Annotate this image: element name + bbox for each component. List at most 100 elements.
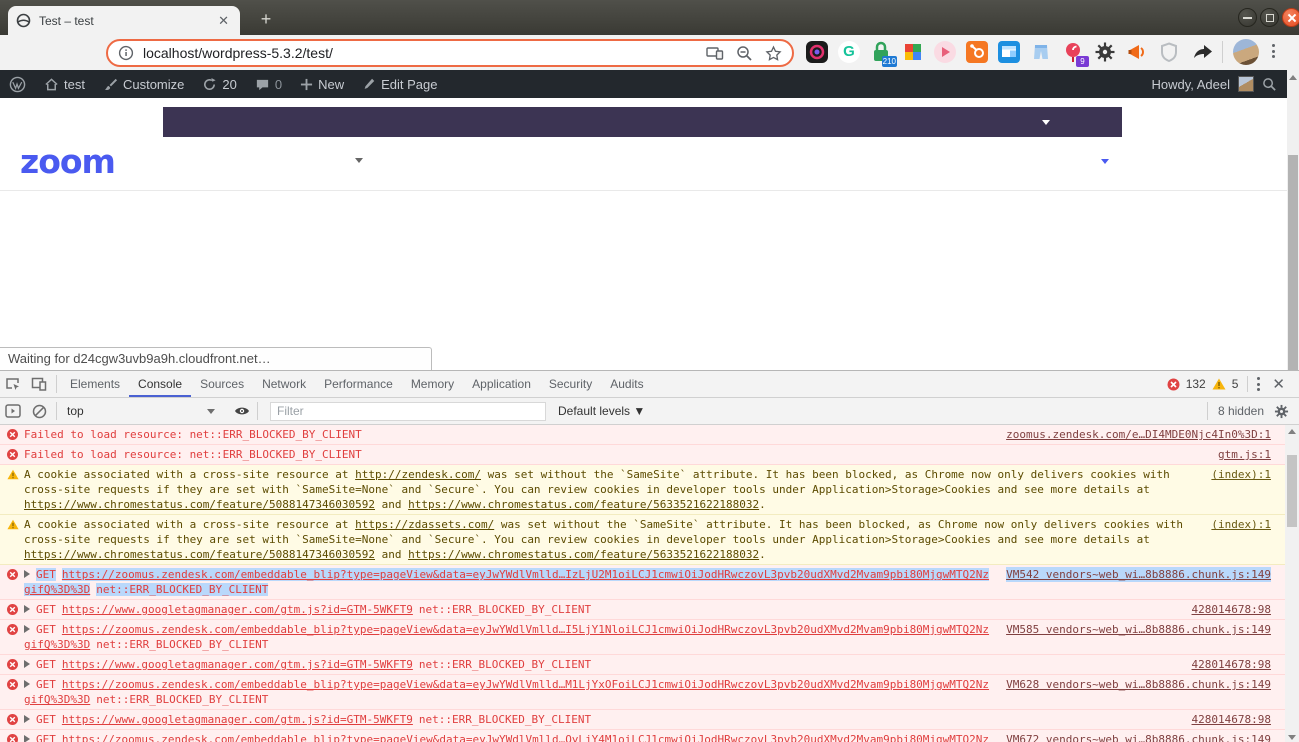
console-source-link[interactable]: (index):1 bbox=[1211, 517, 1271, 532]
log-levels-select[interactable]: Default levels ▼ bbox=[558, 404, 645, 418]
console-source-link[interactable]: VM628 vendors~web_wi…8b8886.chunk.js:149 bbox=[1006, 677, 1271, 692]
warning-link[interactable]: https://www.chromestatus.com/feature/508… bbox=[24, 548, 375, 561]
window-close-button[interactable] bbox=[1282, 8, 1299, 27]
expand-triangle-icon[interactable] bbox=[24, 570, 30, 578]
console-get-error-row-selected: VM542 vendors~web_wi…8b8886.chunk.js:149… bbox=[0, 565, 1285, 600]
page-scrollbar-thumb[interactable] bbox=[1288, 155, 1298, 370]
device-toolbar-toggle-icon[interactable] bbox=[26, 371, 52, 397]
console-scroll-down-icon[interactable] bbox=[1288, 735, 1296, 740]
console-filter-input[interactable] bbox=[270, 401, 546, 421]
window-minimize-button[interactable] bbox=[1238, 8, 1257, 27]
howdy-label[interactable]: Howdy, Adeel bbox=[1151, 77, 1230, 92]
browser-menu-icon[interactable] bbox=[1272, 44, 1275, 58]
tab-close-icon[interactable]: ✕ bbox=[215, 13, 232, 29]
javascript-context-select[interactable]: top bbox=[67, 404, 215, 418]
ext-google-icon[interactable] bbox=[902, 41, 924, 63]
edit-page-menu[interactable]: Edit Page bbox=[353, 70, 446, 98]
warning-link[interactable]: https://zdassets.com/ bbox=[355, 518, 494, 531]
console-source-link[interactable]: zoomus.zendesk.com/e…DI4MDE0Njc4In0%3D:1 bbox=[1006, 427, 1271, 442]
request-url-link[interactable]: https://www.googletagmanager.com/gtm.js?… bbox=[62, 658, 413, 671]
request-url-link[interactable]: https://www.googletagmanager.com/gtm.js?… bbox=[62, 713, 413, 726]
expand-triangle-icon[interactable] bbox=[24, 660, 30, 668]
expand-triangle-icon[interactable] bbox=[24, 625, 30, 633]
tab-application[interactable]: Application bbox=[463, 371, 540, 397]
tab-elements[interactable]: Elements bbox=[61, 371, 129, 397]
live-expression-eye-icon[interactable] bbox=[229, 398, 255, 424]
device-toolbar-icon[interactable] bbox=[706, 45, 724, 61]
ext-grammarly-icon[interactable]: G bbox=[838, 41, 860, 63]
admin-search-icon[interactable] bbox=[1262, 77, 1277, 92]
tab-performance[interactable]: Performance bbox=[315, 371, 402, 397]
tab-network[interactable]: Network bbox=[253, 371, 315, 397]
new-tab-button[interactable]: + bbox=[252, 8, 280, 32]
nav-dropdown-caret-icon[interactable] bbox=[1042, 120, 1050, 125]
window-maximize-button[interactable] bbox=[1260, 8, 1279, 27]
ext-vpn-lock-icon[interactable]: 210 bbox=[870, 41, 897, 67]
error-count[interactable]: 132 bbox=[1186, 377, 1206, 391]
ext-camera-icon[interactable] bbox=[806, 41, 828, 63]
tab-memory[interactable]: Memory bbox=[402, 371, 463, 397]
right-dropdown-caret-icon[interactable] bbox=[1101, 159, 1109, 164]
console-source-link[interactable]: VM542 vendors~web_wi…8b8886.chunk.js:149 bbox=[1006, 567, 1271, 582]
warning-link[interactable]: http://zendesk.com/ bbox=[355, 468, 481, 481]
url-text[interactable]: localhost/wordpress-5.3.2/test/ bbox=[143, 45, 694, 61]
ext-megaphone-icon[interactable] bbox=[1126, 41, 1148, 63]
tab-audits[interactable]: Audits bbox=[601, 371, 652, 397]
warning-link[interactable]: https://www.chromestatus.com/feature/508… bbox=[24, 498, 375, 511]
zoom-logo[interactable]: zoom bbox=[20, 142, 116, 181]
comments-menu[interactable]: 0 bbox=[246, 70, 291, 98]
ext-lollipop-icon[interactable]: 9 bbox=[1062, 41, 1089, 67]
wp-logo-menu[interactable] bbox=[0, 70, 35, 98]
console-scrollbar-thumb[interactable] bbox=[1287, 455, 1297, 527]
console-source-link[interactable]: VM585 vendors~web_wi…8b8886.chunk.js:149 bbox=[1006, 622, 1271, 637]
console-source-link[interactable]: 428014678:98 bbox=[1192, 712, 1271, 727]
profile-avatar[interactable] bbox=[1233, 39, 1259, 65]
tab-security[interactable]: Security bbox=[540, 371, 601, 397]
expand-triangle-icon[interactable] bbox=[24, 715, 30, 723]
site-name-menu[interactable]: test bbox=[35, 70, 94, 98]
ext-hubspot-icon[interactable] bbox=[966, 41, 988, 63]
console-source-link[interactable]: 428014678:98 bbox=[1192, 657, 1271, 672]
tab-sources[interactable]: Sources bbox=[191, 371, 253, 397]
share-arrow-icon[interactable] bbox=[1192, 42, 1214, 60]
request-url-link[interactable]: https://www.googletagmanager.com/gtm.js?… bbox=[62, 603, 413, 616]
expand-triangle-icon[interactable] bbox=[24, 605, 30, 613]
error-icon bbox=[7, 429, 18, 440]
badge-separator bbox=[1247, 376, 1249, 392]
warning-link[interactable]: https://www.chromestatus.com/feature/563… bbox=[408, 498, 759, 511]
console-source-link[interactable]: gtm.js:1 bbox=[1218, 447, 1271, 462]
ext-play-icon[interactable] bbox=[934, 41, 956, 63]
expand-triangle-icon[interactable] bbox=[24, 680, 30, 688]
new-content-menu[interactable]: New bbox=[291, 70, 353, 98]
devtools-close-icon[interactable]: ✕ bbox=[1266, 375, 1291, 393]
console-sidebar-toggle-icon[interactable] bbox=[0, 398, 26, 424]
updates-menu[interactable]: 20 bbox=[193, 70, 245, 98]
address-bar[interactable]: localhost/wordpress-5.3.2/test/ bbox=[106, 39, 794, 67]
console-source-link[interactable]: (index):1 bbox=[1211, 467, 1271, 482]
ext-shield-icon[interactable] bbox=[1158, 41, 1180, 63]
ext-shorts-icon[interactable] bbox=[1030, 41, 1052, 63]
tab-console[interactable]: Console bbox=[129, 371, 191, 397]
customize-menu[interactable]: Customize bbox=[94, 70, 193, 98]
inspect-element-icon[interactable] bbox=[0, 371, 26, 397]
zoom-out-icon[interactable] bbox=[736, 45, 753, 62]
bookmark-star-icon[interactable] bbox=[765, 45, 782, 62]
browser-tab[interactable]: Test – test ✕ bbox=[8, 6, 240, 35]
ext-gear-bug-icon[interactable] bbox=[1094, 41, 1116, 63]
devtools-menu-icon[interactable] bbox=[1257, 377, 1261, 391]
console-settings-gear-icon[interactable] bbox=[1274, 404, 1289, 419]
user-avatar[interactable] bbox=[1238, 76, 1254, 92]
ext-window-icon[interactable] bbox=[998, 41, 1020, 63]
warning-link[interactable]: https://www.chromestatus.com/feature/563… bbox=[408, 548, 759, 561]
scroll-up-arrow-icon[interactable] bbox=[1289, 75, 1297, 80]
console-scroll-up-icon[interactable] bbox=[1288, 429, 1296, 434]
page-scrollbar[interactable] bbox=[1287, 70, 1299, 370]
clear-console-icon[interactable] bbox=[26, 398, 52, 424]
error-icon bbox=[7, 449, 18, 460]
console-scrollbar[interactable] bbox=[1285, 425, 1299, 742]
page-info-icon[interactable] bbox=[118, 45, 134, 61]
console-source-link[interactable]: 428014678:98 bbox=[1192, 602, 1271, 617]
logo-dropdown-caret-icon[interactable] bbox=[355, 158, 363, 163]
warning-count[interactable]: 5 bbox=[1232, 377, 1239, 391]
request-method: GET bbox=[36, 568, 56, 581]
